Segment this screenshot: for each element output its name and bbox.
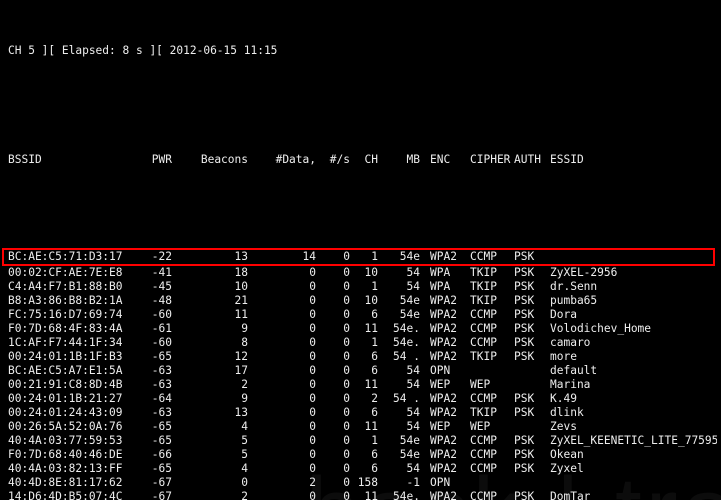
terminal-output: CH 5 ][ Elapsed: 8 s ][ 2012-06-15 11:15…: [0, 0, 721, 500]
network-row: F0:7D:68:4F:83:4A-619001154e.WPA2CCMPPSK…: [4, 322, 717, 336]
network-row: 00:24:01:1B:1F:B3-651200654 .WPA2TKIPPSK…: [4, 350, 717, 364]
network-row: 40:4A:03:77:59:53-65500154eWPA2CCMPPSKZy…: [4, 434, 717, 448]
network-row: 00:24:01:1B:21:27-64900254 .WPA2CCMPPSKK…: [4, 392, 717, 406]
network-header: BSSID PWR Beacons #Data, #/s CH MB ENC C…: [4, 153, 717, 167]
network-row: 40:4D:8E:81:17:62-67020158-1OPN: [4, 476, 717, 490]
col-essid: ESSID: [550, 153, 717, 166]
col-cipher: CIPHER: [470, 153, 514, 166]
network-row: B8:A3:86:B8:B2:1A-4821001054eWPA2TKIPPSK…: [4, 294, 717, 308]
col-enc: ENC: [430, 153, 470, 166]
network-row: 00:21:91:C8:8D:4B-632001154WEPWEPMarina: [4, 378, 717, 392]
col-beacons: Beacons: [172, 153, 248, 166]
network-row: 00:24:01:24:43:09-631300654WPA2TKIPPSKdl…: [4, 406, 717, 420]
col-ch: CH: [350, 153, 378, 166]
col-auth: AUTH: [514, 153, 550, 166]
network-row: F0:7D:68:40:46:DE-66500654eWPA2CCMPPSKOk…: [4, 448, 717, 462]
col-mb: MB: [378, 153, 420, 166]
network-row: 1C:AF:F7:44:1F:34-60800154e.WPA2CCMPPSKc…: [4, 336, 717, 350]
col-bssid: BSSID: [8, 153, 136, 166]
col-ps: #/s: [316, 153, 350, 166]
col-pwr: PWR: [136, 153, 172, 166]
network-row: BC:AE:C5:A7:E1:5A-631700654OPNdefault: [4, 364, 717, 378]
network-row: 00:26:5A:52:0A:76-654001154WEPWEPZevs: [4, 420, 717, 434]
network-row: 40:4A:03:82:13:FF-65400654WPA2CCMPPSKZyx…: [4, 462, 717, 476]
network-row: BC:AE:C5:71:D3:17-2213140154eWPA2CCMPPSK: [2, 248, 715, 266]
network-row: 00:02:CF:AE:7E:E8-4118001054WPATKIPPSKZy…: [4, 266, 717, 280]
network-row: FC:75:16:D7:69:74-601100654eWPA2CCMPPSKD…: [4, 308, 717, 322]
network-row: 14:D6:4D:B5:07:4C-672001154e.WPA2CCMPPSK…: [4, 490, 717, 500]
status-line: CH 5 ][ Elapsed: 8 s ][ 2012-06-15 11:15: [4, 44, 717, 58]
network-row: C4:A4:F7:B1:88:B0-451000154WPATKIPPSKdr.…: [4, 280, 717, 294]
col-data: #Data,: [248, 153, 316, 166]
